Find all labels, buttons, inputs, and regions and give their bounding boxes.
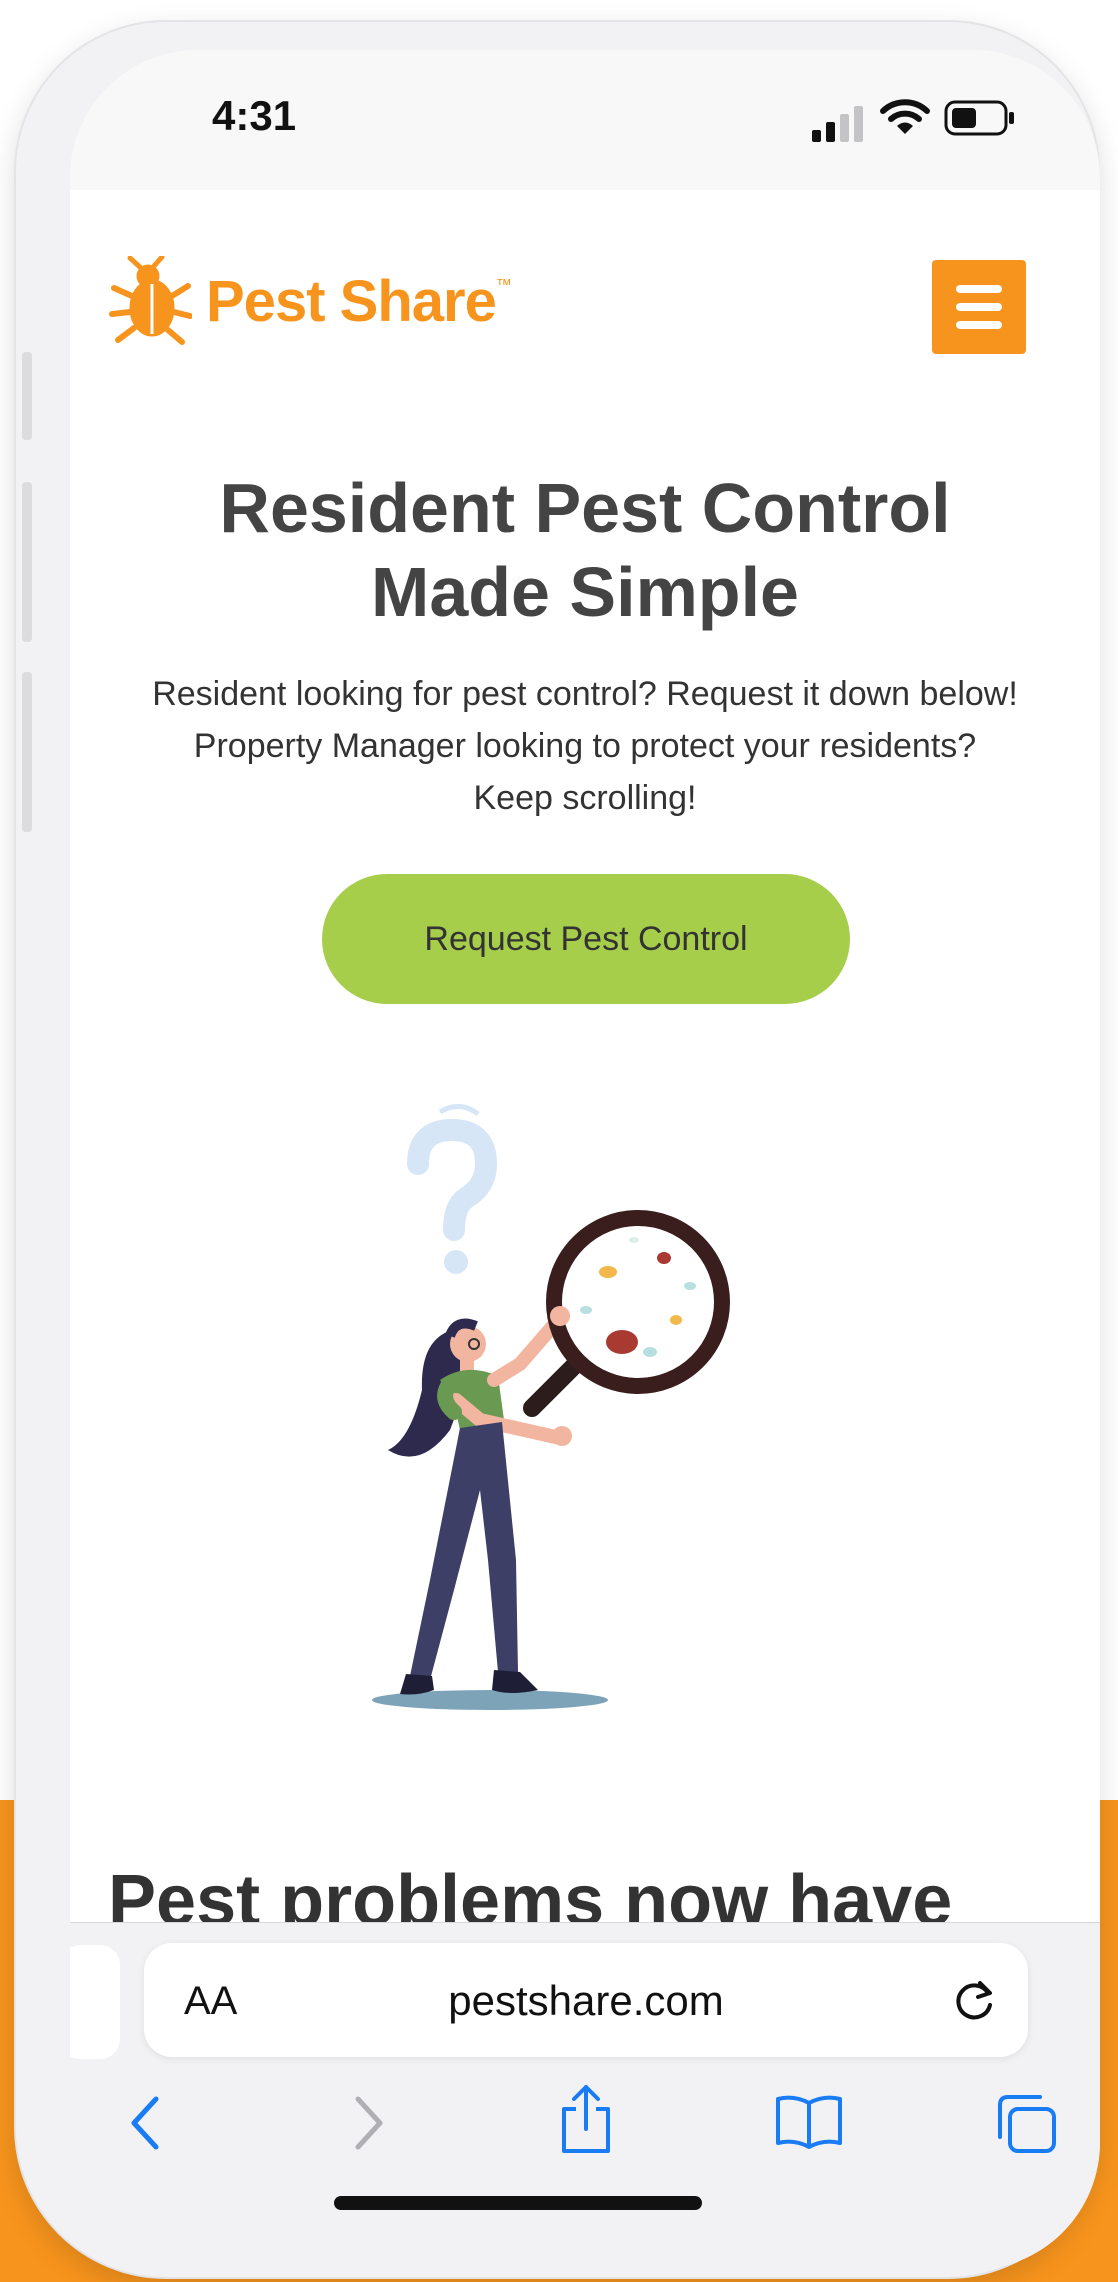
web-page: Pest Share ™ Resident Pest Control Made … [70,190,1100,1941]
home-indicator[interactable] [334,2196,702,2210]
volume-up-button [22,482,32,642]
book-icon[interactable] [774,2093,844,2149]
tabs-icon[interactable] [994,2093,1060,2155]
cellular-signal-icon [812,106,868,142]
address-bar[interactable]: AA pestshare.com [144,1943,1028,2057]
hero-subtitle: Resident looking for pest control? Reque… [152,675,1018,817]
beetle-icon [109,256,192,345]
request-pest-control-button[interactable]: Request Pest Control [322,874,850,1004]
status-bar: 4:31 [70,50,1100,190]
wifi-icon [880,99,930,134]
status-time: 4:31 [212,92,297,139]
safari-toolbar: AA pestshare.com [70,1922,1100,2270]
hero-title: Resident Pest Control Made Simple [219,469,951,631]
previous-tab-preview[interactable] [70,1945,120,2059]
menu-button[interactable] [932,260,1026,354]
volume-down-button [22,672,32,832]
woman-magnifier-illustration [372,1104,730,1710]
reload-icon[interactable] [950,1975,1000,2025]
phone-screen: 4:31 Pest Share ™ Resident Pest Control … [70,50,1100,2270]
url-text: pestshare.com [448,1977,724,2024]
battery-icon [944,100,1014,136]
trademark-symbol: ™ [495,277,512,294]
silent-switch [22,352,32,440]
hamburger-menu-icon [956,285,1002,293]
share-icon[interactable] [558,2083,614,2155]
browser-nav-bar [70,2085,1100,2183]
chevron-right-icon[interactable] [348,2093,388,2153]
phone-frame: 4:31 Pest Share ™ Resident Pest Control … [16,22,1100,2277]
chevron-left-icon[interactable] [126,2093,166,2153]
site-logo[interactable]: Pest Share ™ [108,256,512,346]
logo-text: Pest Share [206,268,497,334]
